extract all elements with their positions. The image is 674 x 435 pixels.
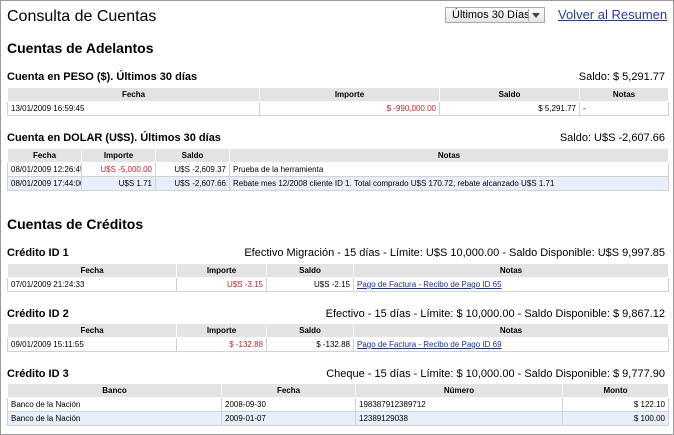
cell-monto: $ 100.00 xyxy=(562,411,669,426)
credit3-table: Banco Fecha Número Monto Banco de la Nac… xyxy=(7,383,669,426)
cell-fecha: 08/01/2009 12:26:45 xyxy=(7,162,82,177)
table-row: 09/01/2009 15:11:55 $ -132.88 $ -132.88 … xyxy=(7,337,669,352)
table-row: Banco de la Nación 2009-01-07 1238912903… xyxy=(7,411,669,426)
cell-fecha: 13/01/2009 16:59:45 xyxy=(7,101,260,116)
column-header-notas: Notas xyxy=(579,87,669,102)
cell-fecha: 2008-09-30 xyxy=(221,397,356,412)
dolar-account-table: Fecha Importe Saldo Notas 08/01/2009 12:… xyxy=(7,148,669,191)
column-header-importe: Importe xyxy=(176,263,267,278)
column-header-fecha: Fecha xyxy=(7,87,260,102)
cell-fecha: 07/01/2009 21:24:33 xyxy=(7,277,177,292)
table-header-row: Banco Fecha Número Monto xyxy=(7,383,669,398)
page-frame: Consulta de Cuentas Últimos 30 Días Volv… xyxy=(0,0,674,435)
cell-monto: $ 122.10 xyxy=(562,397,669,412)
cell-saldo: U$S -2.15 xyxy=(266,277,354,292)
column-header-importe: Importe xyxy=(81,148,156,163)
cell-saldo: $ -132.88 xyxy=(266,337,354,352)
credit1-title: Crédito ID 1 xyxy=(7,247,69,259)
peso-account-table: Fecha Importe Saldo Notas 13/01/2009 16:… xyxy=(7,87,669,116)
credit2-info: Efectivo - 15 días - Límite: $ 10,000.00… xyxy=(325,308,665,320)
cell-importe: U$S 1.71 xyxy=(81,176,156,191)
chevron-down-icon[interactable] xyxy=(532,13,540,18)
period-select[interactable]: Últimos 30 Días xyxy=(445,7,545,23)
column-header-notas: Notas xyxy=(353,323,669,338)
page-title: Consulta de Cuentas xyxy=(7,8,157,25)
cell-saldo: U$S -2,607.66 xyxy=(155,176,230,191)
cell-importe: U$S -5,000.00 xyxy=(81,162,156,177)
period-select-value: Últimos 30 Días xyxy=(452,9,530,21)
table-header-row: Fecha Importe Saldo Notas xyxy=(7,87,669,102)
table-row: 13/01/2009 16:59:45 $ -990,000.00 $ 5,29… xyxy=(7,101,669,116)
payment-receipt-link[interactable]: Pago de Factura - Recibo de Pago ID 69 xyxy=(357,340,502,349)
column-header-fecha: Fecha xyxy=(221,383,356,398)
peso-account-title: Cuenta en PESO ($). Últimos 30 días xyxy=(7,71,198,83)
column-header-notas: Notas xyxy=(353,263,669,278)
cell-notas: Pago de Factura - Recibo de Pago ID 65 xyxy=(353,277,669,292)
cell-numero: 12389129038 xyxy=(355,411,563,426)
column-header-monto: Monto xyxy=(562,383,669,398)
cell-saldo: $ 5,291.77 xyxy=(439,101,580,116)
cell-notas: - xyxy=(579,101,669,116)
period-select-divider xyxy=(528,9,529,21)
column-header-saldo: Saldo xyxy=(266,263,354,278)
column-header-importe: Importe xyxy=(259,87,440,102)
credit2-title: Crédito ID 2 xyxy=(7,308,69,320)
column-header-fecha: Fecha xyxy=(7,323,177,338)
credit3-info: Cheque - 15 días - Límite: $ 10,000.00 -… xyxy=(326,368,665,380)
column-header-notas: Notas xyxy=(229,148,669,163)
payment-receipt-link[interactable]: Pago de Factura - Recibo de Pago ID 65 xyxy=(357,280,502,289)
cell-fecha: 08/01/2009 17:44:00 xyxy=(7,176,82,191)
peso-account-balance: Saldo: $ 5,291.77 xyxy=(578,71,665,83)
column-header-fecha: Fecha xyxy=(7,263,177,278)
column-header-importe: Importe xyxy=(176,323,267,338)
column-header-fecha: Fecha xyxy=(7,148,82,163)
credit2-table: Fecha Importe Saldo Notas 09/01/2009 15:… xyxy=(7,323,669,352)
cell-importe: $ -132.88 xyxy=(176,337,267,352)
table-row: 08/01/2009 17:44:00 U$S 1.71 U$S -2,607.… xyxy=(7,176,669,191)
credit1-info: Efectivo Migración - 15 días - Límite: U… xyxy=(244,247,665,259)
column-header-saldo: Saldo xyxy=(439,87,580,102)
cell-numero: 198387912389712 xyxy=(355,397,563,412)
cell-fecha: 09/01/2009 15:11:55 xyxy=(7,337,177,352)
credits-section-title: Cuentas de Créditos xyxy=(7,216,144,232)
back-to-summary-link[interactable]: Volver al Resumen xyxy=(558,7,667,22)
column-header-saldo: Saldo xyxy=(155,148,230,163)
cell-saldo: U$S -2,609.37 xyxy=(155,162,230,177)
cell-importe: $ -990,000.00 xyxy=(259,101,440,116)
table-header-row: Fecha Importe Saldo Notas xyxy=(7,323,669,338)
cell-fecha: 2009-01-07 xyxy=(221,411,356,426)
advances-section-title: Cuentas de Adelantos xyxy=(7,40,154,56)
cell-importe: U$S -3.15 xyxy=(176,277,267,292)
column-header-numero: Número xyxy=(355,383,563,398)
table-row: 07/01/2009 21:24:33 U$S -3.15 U$S -2.15 … xyxy=(7,277,669,292)
table-header-row: Fecha Importe Saldo Notas xyxy=(7,263,669,278)
cell-notas: Pago de Factura - Recibo de Pago ID 69 xyxy=(353,337,669,352)
table-row: 08/01/2009 12:26:45 U$S -5,000.00 U$S -2… xyxy=(7,162,669,177)
cell-banco: Banco de la Nación xyxy=(7,411,222,426)
credit3-title: Crédito ID 3 xyxy=(7,368,69,380)
column-header-banco: Banco xyxy=(7,383,222,398)
credit1-table: Fecha Importe Saldo Notas 07/01/2009 21:… xyxy=(7,263,669,292)
cell-notas: Rebate mes 12/2008 cliente ID 1. Total c… xyxy=(229,176,669,191)
table-row: Banco de la Nación 2008-09-30 1983879123… xyxy=(7,397,669,412)
cell-banco: Banco de la Nación xyxy=(7,397,222,412)
cell-notas: Prueba de la herramienta xyxy=(229,162,669,177)
table-header-row: Fecha Importe Saldo Notas xyxy=(7,148,669,163)
column-header-saldo: Saldo xyxy=(266,323,354,338)
dolar-account-title: Cuenta en DOLAR (U$S). Últimos 30 días xyxy=(7,132,221,144)
dolar-account-balance: Saldo: U$S -2,607.66 xyxy=(559,132,665,144)
